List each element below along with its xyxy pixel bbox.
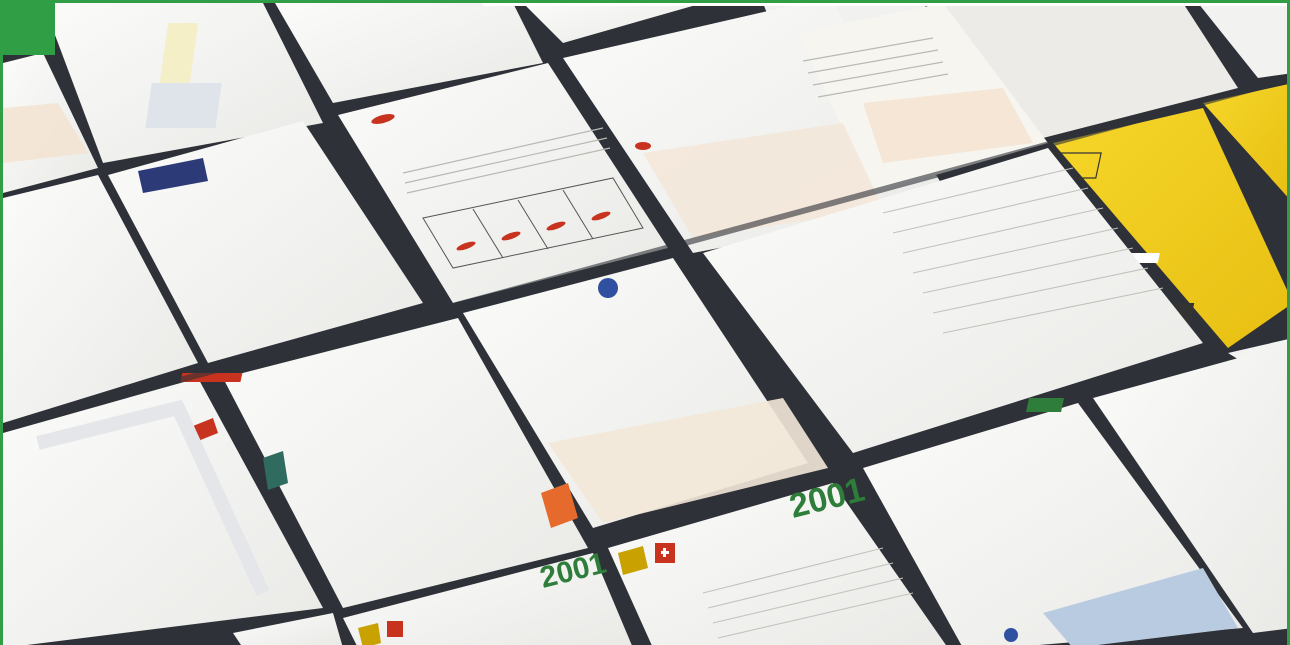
corner-tab bbox=[3, 3, 55, 55]
sheet bbox=[233, 613, 343, 645]
photo-frame: 2001 2001 bbox=[0, 0, 1290, 645]
frame-top-gap bbox=[483, 3, 1287, 6]
letterhead-sheets-photo: 2001 2001 bbox=[3, 3, 1287, 645]
